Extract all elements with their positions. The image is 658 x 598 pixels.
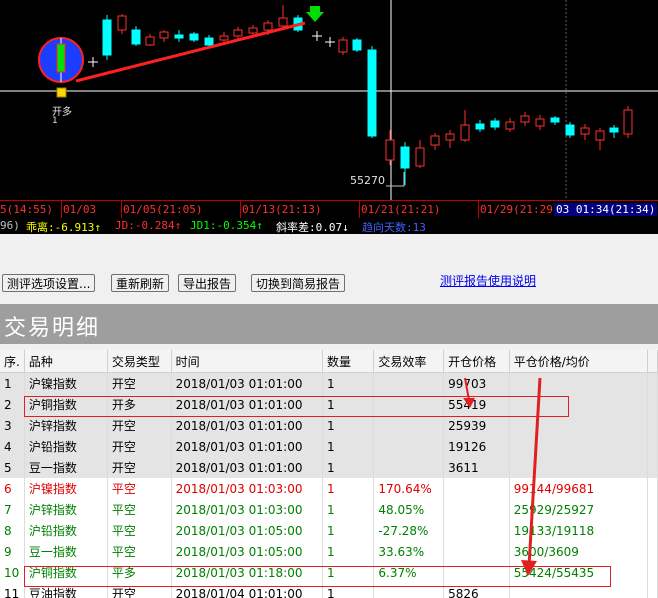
indicator-value: 斜率差:0.07↓ <box>276 221 349 234</box>
indicator-bar: 96) 乖离:-6.913↑ JD:-0.284↑ JD1:-0.354↑ 斜率… <box>0 218 658 234</box>
candle <box>159 31 169 39</box>
time-label: 5(14:55) <box>0 203 53 216</box>
candle <box>580 127 590 135</box>
time-label-selected: 03 01:34(21:34) <box>554 203 658 216</box>
candle <box>445 133 455 141</box>
price-pointer <box>386 172 405 187</box>
candle <box>233 29 243 37</box>
low-price-label: 55270 <box>350 174 385 187</box>
candle <box>550 117 560 123</box>
indicator-value: 96) <box>0 219 20 232</box>
section-title: 交易明细 <box>4 316 101 341</box>
candle <box>595 130 605 141</box>
time-axis: 5(14:55) 01/03 01/05(21:05) 01/13(21:13)… <box>0 200 658 219</box>
candle <box>145 36 155 46</box>
candle <box>609 127 619 133</box>
report-toolbar: 测评选项设置... 重新刷新 导出报告 切换到简易报告 测评报告使用说明 <box>0 234 658 304</box>
candle <box>352 39 362 51</box>
candle <box>174 34 184 39</box>
indicator-value: 趋向天数:13 <box>362 221 426 234</box>
time-label: 01/13(21:13) <box>242 203 322 216</box>
candle <box>460 124 470 141</box>
open-long-marker <box>56 87 67 98</box>
test-options-button[interactable]: 测评选项设置... <box>2 274 96 292</box>
candle <box>367 49 377 137</box>
signal-arrow-icon <box>306 6 324 22</box>
time-label: 01/03 <box>63 203 97 216</box>
candle <box>117 15 127 31</box>
candlestick-series <box>102 5 633 185</box>
trade-detail-table-container[interactable]: 序. 品种 交易类型 时间 数量 交易效率 开仓价格 平仓价格/均价 1 沪镍指数… <box>0 350 658 598</box>
candle <box>400 146 410 169</box>
time-label: 01/05(21:05) <box>123 203 203 216</box>
candle <box>248 27 258 34</box>
kline-chart[interactable]: 开多 1 55270 5(14:55) 01/03 01/05(21:05) 0… <box>0 0 658 234</box>
candle <box>385 139 395 161</box>
candle <box>623 109 633 135</box>
section-header: 交易明细 <box>0 304 658 344</box>
switch-simple-report-button[interactable]: 切换到简易报告 <box>251 274 346 292</box>
candle <box>475 123 485 130</box>
candle <box>415 147 425 167</box>
candle <box>520 115 530 123</box>
candle <box>102 19 112 56</box>
candle <box>278 17 288 27</box>
indicator-value: 乖离:-6.913↑ <box>26 221 101 234</box>
candle <box>219 35 229 41</box>
candle <box>565 124 575 136</box>
marker-sub-label: 1 <box>52 116 58 126</box>
refresh-button[interactable]: 重新刷新 <box>111 274 170 292</box>
circle-candle-body <box>56 43 66 73</box>
time-label: 01/21(21:21) <box>361 203 441 216</box>
candle <box>263 22 273 31</box>
report-help-link[interactable]: 测评报告使用说明 <box>440 272 536 289</box>
indicator-value: JD1:-0.354↑ <box>190 219 263 232</box>
time-label: 01/29(21:29) <box>480 203 560 216</box>
export-report-button[interactable]: 导出报告 <box>178 274 237 292</box>
candle <box>189 33 199 41</box>
candle <box>535 118 545 127</box>
kline-canvas <box>0 0 658 200</box>
candle <box>505 121 515 130</box>
candle <box>131 29 141 45</box>
candle <box>430 135 440 146</box>
candle <box>338 39 348 53</box>
candle <box>490 120 500 128</box>
indicator-value: JD:-0.284↑ <box>115 219 182 232</box>
annotation-arrows <box>463 377 542 576</box>
candle <box>204 37 214 46</box>
